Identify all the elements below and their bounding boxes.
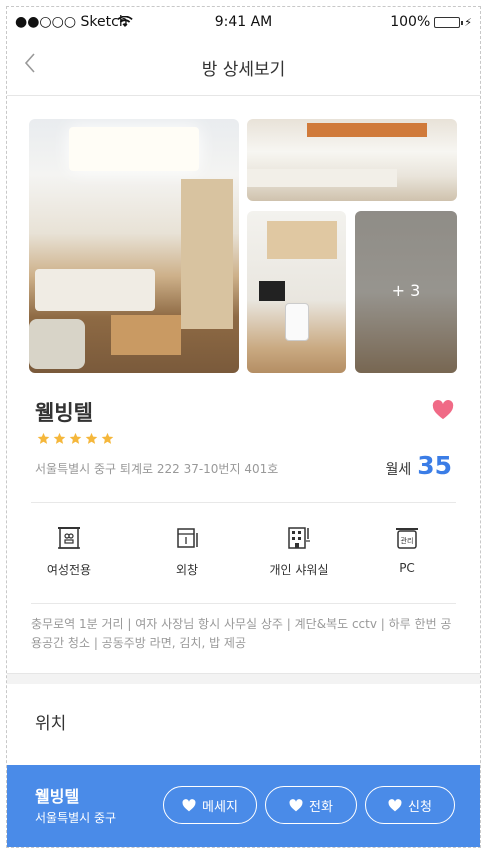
room-address: 서울특별시 중구 퇴계로 222 37-10번지 401호 (35, 462, 279, 476)
amenity-label: PC (399, 561, 415, 575)
price-label: 월세 (385, 462, 412, 478)
nav-bar: 방 상세보기 (7, 37, 480, 96)
star-icon (69, 432, 82, 444)
section-separator (7, 673, 480, 684)
bottom-room-name: 웰빙텔 (35, 787, 80, 806)
amenity-pc: 관리 PC (357, 525, 457, 575)
rating-stars (37, 432, 114, 445)
photo-gallery: + 3 (29, 119, 457, 373)
heart-icon (388, 798, 402, 811)
battery-icon (434, 16, 464, 28)
star-icon (53, 432, 66, 444)
amenity-women-only: 여성전용 (19, 525, 119, 578)
shower-building-icon (288, 527, 310, 549)
room-photo-main[interactable] (29, 119, 239, 373)
heart-icon (182, 798, 196, 811)
apply-button-label: 신청 (408, 799, 432, 815)
price-value: 35 (417, 451, 452, 480)
divider (31, 502, 456, 503)
apply-button[interactable]: 신청 (365, 786, 455, 824)
message-button-label: 메세지 (202, 799, 238, 815)
divider (31, 603, 456, 604)
window-icon (177, 528, 198, 548)
amenity-label: 여성전용 (46, 563, 92, 577)
status-bar: ●●○○○ Sketch 9:41 AM 100% ⚡ (7, 7, 480, 37)
room-name: 웰빙텔 (35, 401, 93, 425)
charging-icon: ⚡ (464, 15, 472, 29)
room-photo-more[interactable]: + 3 (355, 211, 457, 373)
battery-percent: 100% (390, 14, 431, 30)
bottom-room-address: 서울특별시 중구 (35, 811, 117, 825)
location-section-title: 위치 (35, 714, 67, 734)
building-women-icon (58, 527, 80, 549)
star-icon (101, 432, 114, 444)
amenity-window: 외창 (137, 525, 237, 578)
amenity-private-shower: 개인 샤워실 (249, 525, 349, 578)
amenity-label: 개인 샤워실 (269, 563, 329, 577)
heart-icon[interactable] (432, 399, 454, 421)
heart-icon (289, 798, 303, 811)
star-icon (85, 432, 98, 444)
battery-status: 100% ⚡ (390, 14, 472, 30)
amenity-label: 외창 (175, 563, 199, 577)
management-icon: 관리 (396, 528, 418, 549)
call-button[interactable]: 전화 (265, 786, 357, 824)
room-photo-3[interactable] (247, 211, 346, 373)
star-icon (37, 432, 50, 444)
call-button-label: 전화 (309, 799, 333, 815)
page-title: 방 상세보기 (201, 60, 286, 80)
room-photo-2[interactable] (247, 119, 457, 201)
more-photos-count: + 3 (391, 281, 421, 300)
bottom-action-bar: 웰빙텔 서울특별시 중구 메세지 전화 신청 (7, 765, 480, 847)
svg-text:관리: 관리 (401, 536, 414, 545)
price: 월세 35 (385, 451, 452, 480)
app-frame: ●●○○○ Sketch 9:41 AM 100% ⚡ 방 상세보기 + 3 웰… (6, 6, 481, 848)
room-description: 충무로역 1분 거리 | 여자 사장님 항시 사무실 상주 | 계단&복도 cc… (31, 617, 452, 650)
message-button[interactable]: 메세지 (163, 786, 257, 824)
